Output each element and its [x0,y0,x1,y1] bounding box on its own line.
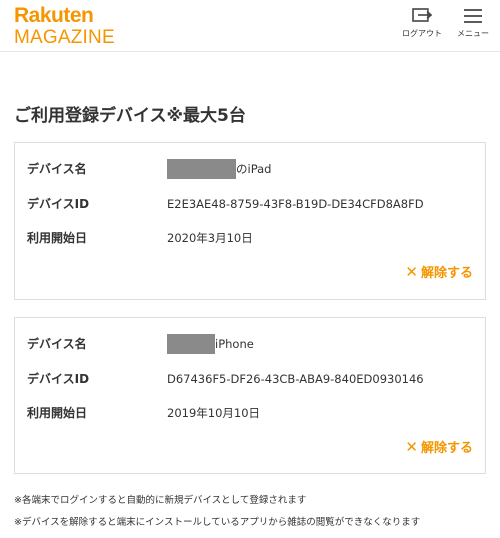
device-id-label: デバイスID [27,197,90,211]
close-x-icon: ✕ [405,262,418,281]
device-name-label: デバイス名 [27,337,87,351]
device-name-label: デバイス名 [27,162,87,176]
start-date-value: 2020年3月10日 [167,231,253,245]
device-name-row: デバイス名 のiPad [15,159,485,179]
device-id-label: デバイスID [27,372,90,386]
app-header: Rakuten MAGAZINE ログアウト メニュー [0,0,500,52]
unregister-device-button[interactable]: ✕ 解除する [405,437,473,457]
start-date-value: 2019年10月10日 [167,406,261,420]
redacted-block [167,334,215,354]
logo-rakuten-text: Rakuten [14,4,94,27]
note-auto-register: ※各端末でログインすると自動的に新規デバイスとして登録されます [14,495,307,506]
device-name-value: iPhone [167,334,254,354]
device-id-row: デバイスID E2E3AE48-8759-43F8-B19D-DE34CFD8A… [15,194,485,214]
unregister-device-button[interactable]: ✕ 解除する [405,262,473,282]
start-date-label: 利用開始日 [27,231,88,245]
page-title: ご利用登録デバイス※最大5台 [14,106,246,126]
note-unregister-warning: ※デバイスを解除すると端末にインストールしているアプリから雑誌の閲覧ができなくな… [14,517,421,528]
device-name-row: デバイス名 iPhone [15,334,485,354]
device-name-text: iPhone [215,337,254,351]
logout-label: ログアウト [402,29,442,38]
logout-button[interactable]: ログアウト [397,8,447,44]
start-date-row: 利用開始日 2020年3月10日 [15,228,485,248]
unregister-label: 解除する [420,266,473,281]
redacted-block [167,159,236,179]
device-id-row: デバイスID D67436F5-DF26-43CB-ABA9-840ED0930… [15,369,485,389]
start-date-label: 利用開始日 [27,406,88,420]
device-card: デバイス名 のiPad デバイスID E2E3AE48-8759-43F8-B1… [14,142,486,300]
hamburger-menu-icon [448,8,498,24]
device-id-value: D67436F5-DF26-43CB-ABA9-840ED0930146 [167,372,424,386]
device-card: デバイス名 iPhone デバイスID D67436F5-DF26-43CB-A… [14,317,486,474]
device-id-value: E2E3AE48-8759-43F8-B19D-DE34CFD8A8FD [167,197,424,211]
device-name-text: のiPad [236,162,272,176]
close-x-icon: ✕ [405,437,418,456]
logo-magazine-text: MAGAZINE [14,27,115,48]
start-date-row: 利用開始日 2019年10月10日 [15,403,485,423]
logout-icon [397,8,447,24]
menu-button[interactable]: メニュー [448,8,498,44]
menu-label: メニュー [457,29,489,38]
unregister-label: 解除する [420,441,473,456]
rakuten-magazine-logo[interactable]: Rakuten MAGAZINE [14,5,115,48]
device-name-value: のiPad [167,159,271,179]
